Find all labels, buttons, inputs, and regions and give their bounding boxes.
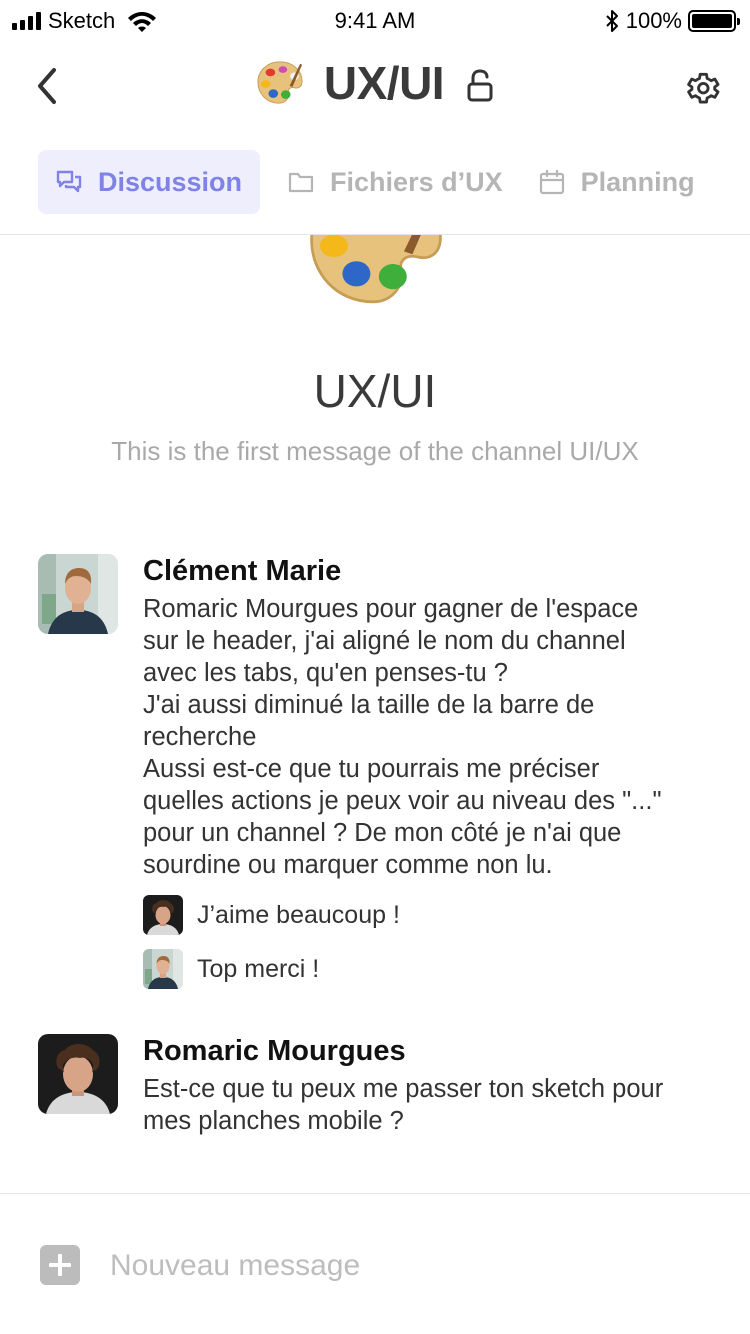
message-line: Aussi est-ce que tu pourrais me préciser bbox=[143, 755, 600, 783]
tab-fichiers[interactable]: Fichiers d’UX bbox=[272, 150, 521, 214]
avatar[interactable] bbox=[38, 1034, 118, 1114]
message-line: sourdine ou marquer comme non lu. bbox=[143, 851, 553, 879]
battery-fill bbox=[692, 14, 732, 28]
add-attachment-button[interactable] bbox=[40, 1245, 80, 1285]
message-author: Clément Marie bbox=[143, 555, 342, 587]
message-line: recherche bbox=[143, 723, 257, 751]
channel-palette-icon bbox=[306, 235, 446, 313]
lock-open-icon[interactable] bbox=[466, 69, 494, 103]
avatar[interactable] bbox=[38, 554, 118, 634]
message-line: Est-ce que tu peux me passer ton sketch … bbox=[143, 1075, 664, 1103]
message-line: quelles actions je peux voir au niveau d… bbox=[143, 787, 662, 815]
tab-discussion-label: Discussion bbox=[98, 166, 243, 197]
composer-divider bbox=[0, 1193, 750, 1194]
message-text: Est-ce que tu peux me passer ton sketch … bbox=[143, 1073, 733, 1137]
message-line: sur le header, j'ai aligné le nom du cha… bbox=[143, 627, 626, 655]
message-line: mes planches mobile ? bbox=[143, 1107, 404, 1135]
tab-discussion[interactable]: Discussion bbox=[38, 150, 261, 214]
settings-button[interactable] bbox=[684, 68, 722, 106]
reply-text: Top merci ! bbox=[197, 954, 320, 983]
channel-header: UX/UI bbox=[0, 56, 750, 110]
bluetooth-icon bbox=[606, 10, 618, 32]
message-line: avec les tabs, qu'en penses-tu ? bbox=[143, 659, 508, 687]
tab-planning-label: Planning bbox=[580, 166, 695, 197]
tab-planning[interactable]: Planning bbox=[521, 150, 713, 214]
gear-icon bbox=[687, 72, 720, 104]
thread-reply[interactable]: J’aime beaucoup ! bbox=[143, 895, 733, 935]
chat-icon bbox=[56, 169, 82, 195]
message-body: Clément Marie Romaric Mourgues pour gagn… bbox=[143, 554, 733, 989]
message-author: Romaric Mourgues bbox=[143, 1035, 406, 1067]
status-bar-right: 100% bbox=[605, 8, 740, 34]
message-input[interactable] bbox=[110, 1240, 710, 1292]
channel-intro-title: UX/UI bbox=[313, 365, 437, 417]
message-line: Romaric Mourgues pour gagner de l'espace bbox=[143, 595, 639, 623]
message-line: pour un channel ? De mon côté je n'ai qu… bbox=[143, 819, 622, 847]
tab-fichiers-label: Fichiers d’UX bbox=[330, 166, 503, 197]
tab-bar: Discussion Fichiers d’UX Planning bbox=[38, 150, 713, 214]
reply-text: J’aime beaucoup ! bbox=[197, 900, 400, 929]
channel-intro-subtitle: This is the first message of the channel… bbox=[111, 436, 639, 466]
reply-avatar bbox=[143, 949, 183, 989]
thread-reply[interactable]: Top merci ! bbox=[143, 949, 733, 989]
calendar-icon bbox=[539, 169, 565, 195]
reply-avatar bbox=[143, 895, 183, 935]
message-body: Romaric Mourgues Est-ce que tu peux me p… bbox=[143, 1034, 733, 1137]
message-text: Romaric Mourgues pour gagner de l'espace… bbox=[143, 593, 733, 881]
battery-icon bbox=[688, 10, 740, 32]
message-line: J'ai aussi diminué la taille de la barre… bbox=[143, 691, 595, 719]
folder-icon bbox=[288, 170, 314, 194]
palette-icon bbox=[257, 61, 303, 104]
battery-percent: 100% bbox=[625, 8, 682, 33]
channel-title: UX/UI bbox=[323, 57, 445, 109]
status-bar: Sketch 9:41 AM 100% bbox=[0, 0, 750, 40]
